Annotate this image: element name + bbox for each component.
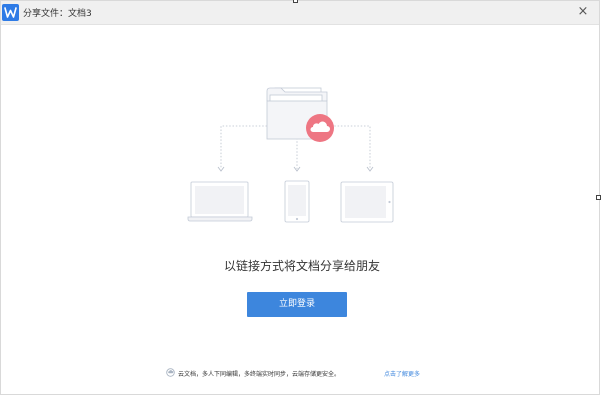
window-title: 分享文件：文档3 [23, 9, 92, 19]
close-icon: × [577, 4, 589, 19]
title-bar: 分享文件：文档3 × [1, 1, 599, 25]
info-icon [166, 368, 175, 377]
share-tagline: 以链接方式将文档分享给朋友 [223, 259, 380, 273]
share-dialog: 分享文件：文档3 × 以链接方式将文档分享给朋友 立即登录 云文档，多人下同编辑… [0, 0, 600, 395]
share-illustration [187, 87, 394, 223]
wps-logo-icon [2, 4, 19, 21]
laptop-icon [187, 181, 253, 222]
cloud-icon [306, 114, 334, 142]
tablet-icon [340, 181, 394, 223]
close-button[interactable]: × [575, 4, 591, 20]
connector-arrows [217, 166, 374, 172]
resize-handle-top[interactable] [293, 0, 298, 3]
login-now-button[interactable]: 立即登录 [247, 292, 347, 317]
footer-note-text: 云文档，多人下同编辑，多终端实时同步，云端存储更安全。 [178, 371, 341, 378]
phone-icon [284, 180, 310, 223]
learn-more-link[interactable]: 点击了解更多 [384, 369, 420, 378]
resize-handle-right[interactable] [596, 195, 601, 200]
